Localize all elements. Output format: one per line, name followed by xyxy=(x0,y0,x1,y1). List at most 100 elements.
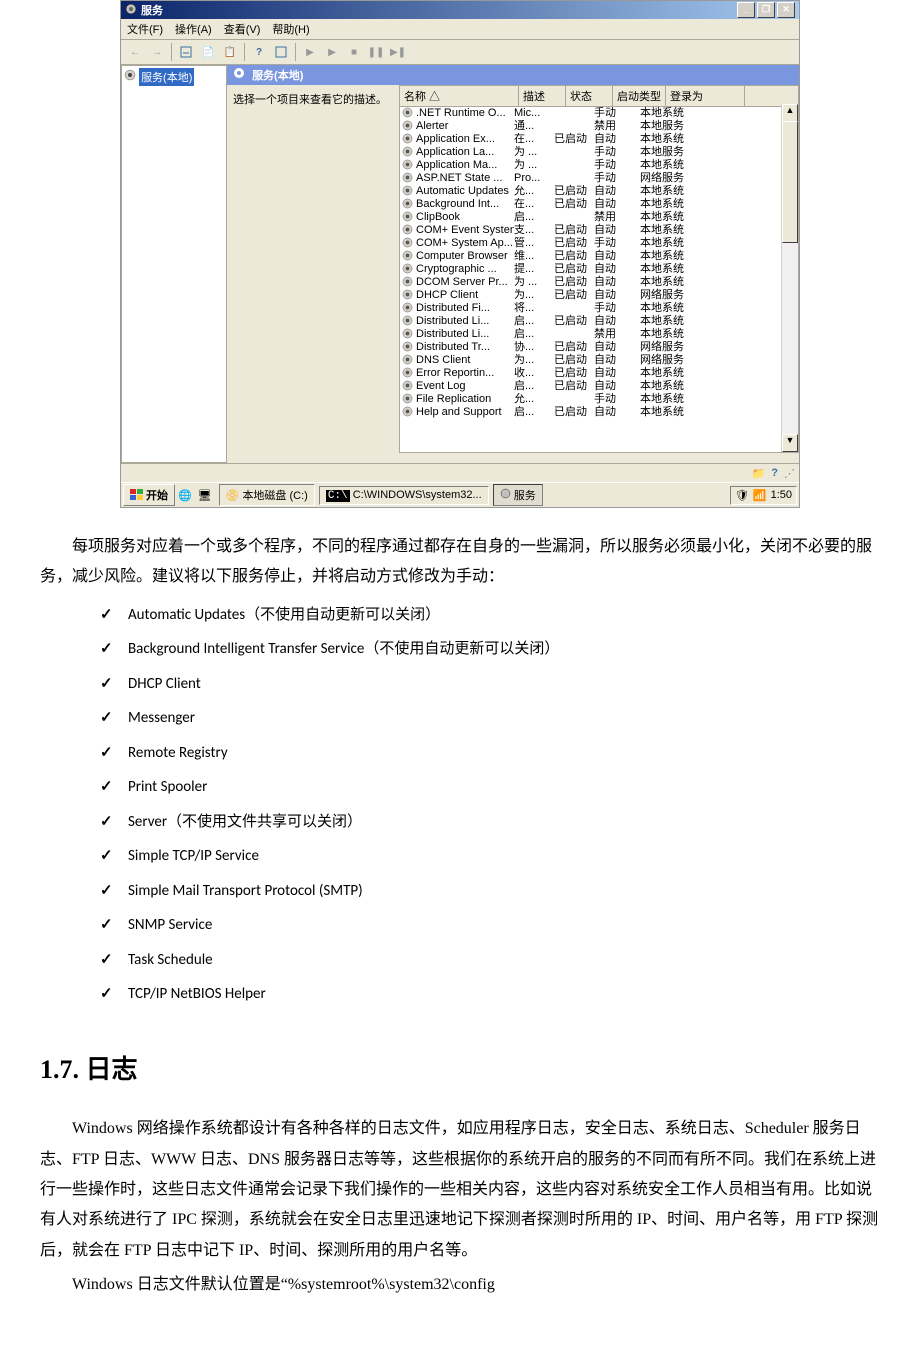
checklist-item: Server（不使用文件共享可以关闭） xyxy=(100,808,880,837)
quicklaunch-ie-icon[interactable]: 🌐 xyxy=(178,489,192,502)
menu-file[interactable]: 文件(F) xyxy=(127,21,163,37)
checklist-item: Messenger xyxy=(100,704,880,733)
col-status[interactable]: 状态 xyxy=(566,86,613,106)
tray-clock[interactable]: 1:50 xyxy=(771,489,792,501)
start-button[interactable]: 开始 xyxy=(123,484,175,506)
service-row[interactable]: File Replication允...手动本地系统 xyxy=(400,393,798,406)
list-header: 名称 △ 描述 状态 启动类型 登录为 xyxy=(400,86,798,107)
service-row[interactable]: .NET Runtime O...Mic...手动本地系统 xyxy=(400,107,798,120)
service-row[interactable]: Event Log启...已启动自动本地系统 xyxy=(400,380,798,393)
menu-view[interactable]: 查看(V) xyxy=(224,21,261,37)
quicklaunch-desktop-icon[interactable]: 🖥 xyxy=(198,489,212,502)
service-row[interactable]: DCOM Server Pr...为 ...已启动自动本地系统 xyxy=(400,276,798,289)
tray-shield-icon[interactable]: 🛡 xyxy=(735,489,749,502)
service-row[interactable]: Error Reportin...收...已启动自动本地系统 xyxy=(400,367,798,380)
service-row[interactable]: Distributed Tr...协...已启动自动网络服务 xyxy=(400,341,798,354)
service-gear-icon xyxy=(402,328,413,339)
app-icon xyxy=(125,3,137,18)
window-title: 服务 xyxy=(141,2,163,18)
service-gear-icon xyxy=(402,289,413,300)
service-gear-icon xyxy=(402,133,413,144)
up-button[interactable] xyxy=(176,42,196,62)
service-row[interactable]: Distributed Li...启...已启动自动本地系统 xyxy=(400,315,798,328)
service-gear-icon xyxy=(402,367,413,378)
service-row[interactable]: Application La...为 ...手动本地服务 xyxy=(400,146,798,159)
col-desc[interactable]: 描述 xyxy=(519,86,566,106)
minimize-button[interactable]: _ xyxy=(737,2,755,18)
service-row[interactable]: Alerter通...禁用本地服务 xyxy=(400,120,798,133)
service-row[interactable]: ClipBook启...禁用本地系统 xyxy=(400,211,798,224)
stop-button[interactable]: ■ xyxy=(344,42,364,62)
refresh-button[interactable] xyxy=(271,42,291,62)
tray-network-icon[interactable]: 📶 xyxy=(753,489,767,502)
service-gear-icon xyxy=(402,263,413,274)
taskbar: 开始 🌐 🖥 📀 本地磁盘 (C:) C:\ C:\WINDOWS\system… xyxy=(121,482,799,507)
task-cmd[interactable]: C:\ C:\WINDOWS\system32... xyxy=(319,486,489,505)
scroll-down[interactable]: ▼ xyxy=(782,434,798,452)
system-tray: 🛡 📶 1:50 xyxy=(730,486,797,505)
titlebar[interactable]: 服务 _ ❐ ✕ xyxy=(121,1,799,19)
menu-help[interactable]: 帮助(H) xyxy=(272,21,309,37)
properties-button[interactable]: 📄 xyxy=(198,42,218,62)
scroll-up[interactable]: ▲ xyxy=(782,104,798,122)
col-startup[interactable]: 启动类型 xyxy=(613,86,666,106)
service-row[interactable]: Background Int...在...已启动自动本地系统 xyxy=(400,198,798,211)
service-row[interactable]: Computer Browser维...已启动自动本地系统 xyxy=(400,250,798,263)
checklist-item: Task Schedule xyxy=(100,946,880,975)
back-button[interactable]: ← xyxy=(125,42,145,62)
checklist-item: Simple TCP/IP Service xyxy=(100,842,880,871)
task-drive-c[interactable]: 📀 本地磁盘 (C:) xyxy=(219,484,315,506)
service-row[interactable]: Automatic Updates允...已启动自动本地系统 xyxy=(400,185,798,198)
service-row[interactable]: Application Ex...在...已启动自动本地系统 xyxy=(400,133,798,146)
service-gear-icon xyxy=(402,185,413,196)
checklist-item: Remote Registry xyxy=(100,739,880,768)
service-gear-icon xyxy=(402,159,413,170)
service-gear-icon xyxy=(402,120,413,131)
col-name[interactable]: 名称 △ xyxy=(400,86,519,106)
scroll-thumb[interactable] xyxy=(782,121,798,243)
tree-root[interactable]: 服务(本地) xyxy=(139,68,194,86)
service-row[interactable]: DNS Client为...已启动自动网络服务 xyxy=(400,354,798,367)
gear-icon xyxy=(233,70,248,82)
services-window: 服务 _ ❐ ✕ 文件(F) 操作(A) 查看(V) 帮助(H) ← → 📄 📋… xyxy=(120,0,800,508)
checklist-item: TCP/IP NetBIOS Helper xyxy=(100,980,880,1009)
service-gear-icon xyxy=(402,354,413,365)
service-row[interactable]: Help and Support启...已启动自动本地系统 xyxy=(400,406,798,419)
service-row[interactable]: ASP.NET State ...Pro...手动网络服务 xyxy=(400,172,798,185)
export-button[interactable]: 📋 xyxy=(220,42,240,62)
pause-button[interactable]: ❚❚ xyxy=(366,42,386,62)
service-gear-icon xyxy=(402,302,413,313)
grip-icon: ⋰ xyxy=(784,467,795,480)
restart-button[interactable]: ▶❚ xyxy=(388,42,408,62)
service-row[interactable]: COM+ Event System支...已启动自动本地系统 xyxy=(400,224,798,237)
service-gear-icon xyxy=(402,237,413,248)
description-hint: 选择一个项目来查看它的描述。 xyxy=(233,94,387,106)
play2-button[interactable]: ▶ xyxy=(322,42,342,62)
paragraph-3: Windows 日志文件默认位置是“%systemroot%\system32\… xyxy=(40,1270,880,1300)
service-row[interactable]: Distributed Li...启...禁用本地系统 xyxy=(400,328,798,341)
service-gear-icon xyxy=(402,146,413,157)
service-row[interactable]: Distributed Fi...将...手动本地系统 xyxy=(400,302,798,315)
task-services[interactable]: 服务 xyxy=(493,484,543,506)
play-button[interactable]: ▶ xyxy=(300,42,320,62)
service-row[interactable]: COM+ System Ap...管...已启动手动本地系统 xyxy=(400,237,798,250)
folder-icon: 📁 xyxy=(752,467,766,480)
description-pane: 选择一个项目来查看它的描述。 xyxy=(227,85,399,451)
toolbar: ← → 📄 📋 ? ▶ ▶ ■ ❚❚ ▶❚ xyxy=(121,40,799,65)
col-logon[interactable]: 登录为 xyxy=(666,86,745,106)
service-row[interactable]: Application Ma...为 ...手动本地系统 xyxy=(400,159,798,172)
service-row[interactable]: Cryptographic ...提...已启动自动本地系统 xyxy=(400,263,798,276)
menubar: 文件(F) 操作(A) 查看(V) 帮助(H) xyxy=(121,19,799,40)
banner: 服务(本地) xyxy=(227,65,799,85)
forward-button[interactable]: → xyxy=(147,42,167,62)
maximize-button[interactable]: ❐ xyxy=(757,2,775,18)
menu-action[interactable]: 操作(A) xyxy=(175,21,212,37)
service-row[interactable]: DHCP Client为...已启动自动网络服务 xyxy=(400,289,798,302)
checklist-item: Background Intelligent Transfer Service（… xyxy=(100,635,880,664)
services-list: 名称 △ 描述 状态 启动类型 登录为 .NET Runtime O...Mic… xyxy=(399,85,799,453)
list-body: .NET Runtime O...Mic...手动本地系统Alerter通...… xyxy=(400,107,798,419)
help-button[interactable]: ? xyxy=(249,42,269,62)
service-gear-icon xyxy=(402,393,413,404)
close-button[interactable]: ✕ xyxy=(777,2,795,18)
scrollbar[interactable]: ▲ ▼ xyxy=(781,104,798,452)
